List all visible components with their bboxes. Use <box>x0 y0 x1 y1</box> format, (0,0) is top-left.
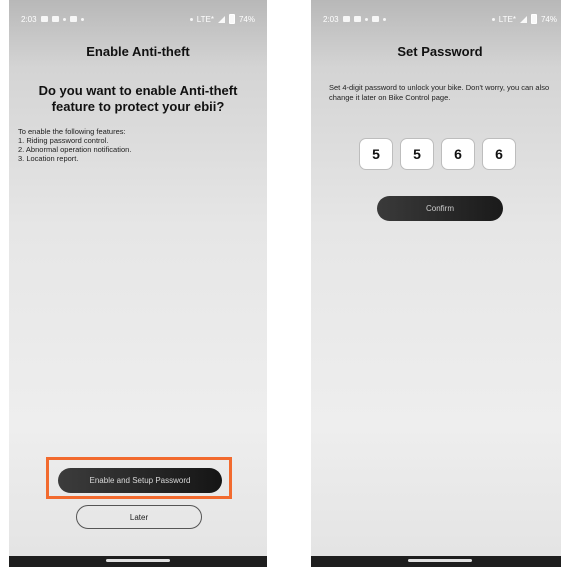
set-password-screen: 2:03 LTE* 74% Set Password Set 4-digit p… <box>311 0 561 567</box>
navigation-bar <box>311 556 561 567</box>
home-indicator[interactable] <box>106 559 170 562</box>
feature-item: 1. Riding password control. <box>18 136 109 145</box>
notification-icon <box>353 16 361 22</box>
location-icon <box>491 17 495 21</box>
status-bar: 2:03 LTE* 74% <box>323 13 557 25</box>
feature-item: 3. Location report. <box>18 154 79 163</box>
later-button[interactable]: Later <box>76 505 202 529</box>
more-dots-icon <box>62 17 66 21</box>
home-indicator[interactable] <box>408 559 472 562</box>
dot-icon <box>80 17 84 21</box>
notification-icon <box>40 16 48 22</box>
notification-icon <box>51 16 59 22</box>
battery-icon <box>530 14 537 24</box>
enable-setup-password-button[interactable]: Enable and Setup Password <box>58 468 222 493</box>
anti-theft-screen: 2:03 LTE* 74% Enable Anti-theft Do you w… <box>9 0 267 567</box>
notification-icon <box>371 16 379 22</box>
pin-digit-1[interactable]: 5 <box>359 138 393 170</box>
more-dots-icon <box>364 17 368 21</box>
notification-icon <box>69 16 77 22</box>
network-label: LTE* <box>498 14 516 24</box>
status-time: 2:03 <box>21 14 37 24</box>
feature-item: 2. Abnormal operation notification. <box>18 145 132 154</box>
signal-icon <box>217 15 225 23</box>
battery-percent: 74% <box>540 14 557 24</box>
confirm-button[interactable]: Confirm <box>377 196 503 221</box>
network-label: LTE* <box>196 14 214 24</box>
pin-digit-2[interactable]: 5 <box>400 138 434 170</box>
features-intro: To enable the following features: <box>18 127 126 136</box>
navigation-bar <box>9 556 267 567</box>
anti-theft-question: Do you want to enable Anti-theft feature… <box>38 83 238 114</box>
notification-icon <box>342 16 350 22</box>
pin-input-row: 5 5 6 6 <box>359 138 516 170</box>
page-title: Enable Anti-theft <box>86 44 190 59</box>
feature-list: To enable the following features: 1. Rid… <box>18 127 258 163</box>
pin-digit-4[interactable]: 6 <box>482 138 516 170</box>
password-instruction: Set 4-digit password to unlock your bike… <box>329 83 550 102</box>
signal-icon <box>519 15 527 23</box>
battery-percent: 74% <box>238 14 255 24</box>
status-time: 2:03 <box>323 14 339 24</box>
dot-icon <box>382 17 386 21</box>
page-title: Set Password <box>397 44 483 59</box>
status-bar: 2:03 LTE* 74% <box>21 13 255 25</box>
battery-icon <box>228 14 235 24</box>
pin-digit-3[interactable]: 6 <box>441 138 475 170</box>
location-icon <box>189 17 193 21</box>
